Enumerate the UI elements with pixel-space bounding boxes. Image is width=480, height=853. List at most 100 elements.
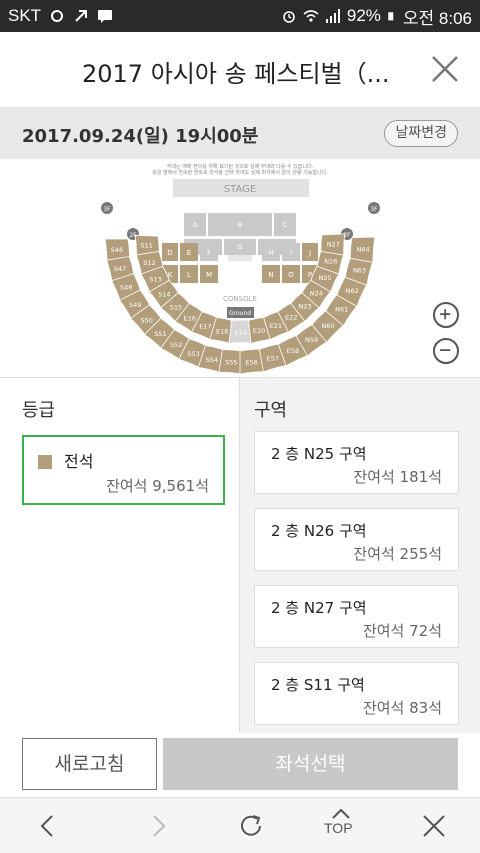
stage-label: STAGE (224, 184, 256, 195)
floor-block-l-label: L (187, 271, 191, 279)
signal-icon (325, 9, 340, 23)
seat-section-label: S47 (114, 265, 126, 273)
selection-panels: 등급 전석 잔여석 9,561석 구역 2 층 N25 구역 잔여석 181석 … (0, 377, 480, 734)
seat-section-label: S51 (154, 330, 166, 338)
seat-section-label: S50 (140, 316, 152, 324)
grade-remaining: 잔여석 9,561석 (106, 477, 209, 495)
seat-section-label: S54 (206, 356, 218, 364)
floor-block-m-label: M (206, 271, 212, 279)
zone-name: 2 층 N25 구역 (271, 445, 367, 463)
carrier-label: SKT (8, 6, 42, 25)
seat-section-label: S48 (120, 284, 132, 292)
floor-block-o-label: O (288, 271, 294, 279)
change-date-button[interactable]: 날짜변경 (384, 120, 458, 147)
seat-section-label: E56 (245, 358, 257, 366)
zone-remaining: 잔여석 83석 (362, 699, 442, 717)
seat-section-label: S52 (170, 341, 182, 349)
zone-remaining: 잔여석 72석 (362, 622, 442, 640)
floor-bridge (228, 255, 252, 261)
seat-section-label: E22 (285, 314, 297, 322)
floor-3f-right-label: 3F (370, 206, 378, 213)
seat-section-label: S49 (129, 301, 141, 309)
close-icon[interactable] (416, 808, 452, 844)
floor-3f-left-label: 3F (103, 206, 111, 213)
performance-date: 2017.09.24(일) 19시00분 (22, 126, 259, 147)
seat-section-label: N26 (324, 258, 337, 266)
app-notification-icon (75, 10, 88, 22)
chevron-up-icon[interactable] (323, 804, 359, 820)
grade-color-swatch (38, 455, 52, 469)
zone-remaining: 잔여석 255석 (353, 545, 442, 563)
floor-block-c-label: C (283, 221, 288, 229)
wifi-icon (303, 10, 319, 22)
seat-section-label: S53 (187, 350, 199, 358)
plus-circle-icon[interactable] (433, 302, 459, 328)
sync-icon (51, 10, 64, 22)
floor-block-h-label: H (268, 249, 273, 257)
console-label: CONSOLE (223, 295, 257, 303)
ground-label: Ground (229, 310, 251, 317)
seat-section-label: N61 (335, 306, 348, 314)
page-title: 2017 아시아 송 페스티벌（... (82, 60, 390, 88)
seat-section-label: N64 (357, 245, 370, 253)
back-icon[interactable] (30, 808, 66, 844)
grade-name: 전석 (64, 452, 94, 471)
seat-section-label: N63 (353, 267, 366, 275)
zone-remaining: 잔여석 181석 (353, 468, 442, 486)
floor-block-a-label: A (193, 221, 198, 229)
seat-section-label: S14 (158, 290, 170, 298)
seat-section-label: N60 (321, 322, 334, 330)
action-bar: 새로고침 좌석선택 (0, 733, 480, 797)
seat-section-label: N25 (319, 274, 332, 282)
seat-section-label: E16 (184, 314, 196, 322)
zone-panel: 구역 2 층 N25 구역 잔여석 181석 2 층 N26 구역 잔여석 25… (240, 378, 480, 734)
seat-section-label: E20 (253, 327, 265, 335)
seat-section-label: E21 (270, 322, 282, 330)
browser-nav-bar: TOP (0, 797, 480, 853)
page-header: 2017 아시아 송 페스티벌（... (0, 32, 480, 107)
status-bar: SKT 92% 오전 8:06 (0, 0, 480, 32)
seat-section-label: N23 (298, 303, 311, 311)
zone-card[interactable]: 2 층 N27 구역 잔여석 72석 (254, 585, 459, 648)
alarm-icon (283, 11, 295, 23)
zone-name: 2 층 N26 구역 (271, 522, 367, 540)
floor-block-d-label: D (167, 249, 172, 257)
floor-block-j-label: J (308, 249, 311, 257)
battery-icon (388, 12, 394, 21)
grade-panel-title: 등급 (22, 400, 56, 421)
seat-section-label: E19 (234, 329, 246, 337)
zone-card[interactable]: 2 층 N25 구역 잔여석 181석 (254, 431, 459, 494)
clock: 오전 8:06 (402, 8, 472, 28)
zone-name: 2 층 S11 구역 (271, 676, 365, 694)
map-notice-2: 같은 열에서 연속된 번호로 좌석을 선택 하여도 실제 좌석에서 같이 관람 … (152, 169, 328, 176)
seat-section-label: N27 (327, 240, 340, 248)
floor-block-b-label: B (238, 221, 243, 229)
floor-blocks: A B C G D E F H I J K L M N O P (162, 213, 318, 283)
seat-section-label: E57 (267, 355, 279, 363)
refresh-button[interactable]: 새로고침 (22, 738, 157, 790)
floor-block-i-label: I (290, 249, 292, 257)
minus-circle-icon[interactable] (433, 338, 459, 364)
zone-panel-title: 구역 (254, 400, 288, 421)
refresh-icon[interactable] (233, 808, 269, 844)
select-seat-button[interactable]: 좌석선택 (163, 738, 458, 790)
seat-map-canvas: 무대는 예매 편의를 위해 표기된 것으로 실제 무대와 다를 수 있습니다. … (101, 163, 380, 375)
seat-section-label: S46 (111, 246, 123, 254)
seat-section-label: N59 (305, 336, 318, 344)
floor-block-f-label: F (207, 249, 211, 257)
seat-section-label: S11 (140, 242, 152, 250)
seat-section-label: N24 (310, 289, 323, 297)
forward-icon[interactable] (140, 808, 176, 844)
grade-card-all[interactable]: 전석 잔여석 9,561석 (22, 435, 225, 505)
zone-card[interactable]: 2 층 N26 구역 잔여석 255석 (254, 508, 459, 571)
message-icon (98, 10, 113, 23)
close-icon[interactable] (428, 52, 462, 86)
seat-section-label: S12 (143, 259, 155, 267)
date-bar: 2017.09.24(일) 19시00분 날짜변경 (0, 107, 480, 159)
floor-block-n-label: N (268, 271, 273, 279)
seat-map: 무대는 예매 편의를 위해 표기된 것으로 실제 무대와 다를 수 있습니다. … (0, 159, 480, 377)
zone-card[interactable]: 2 층 S11 구역 잔여석 83석 (254, 662, 459, 725)
map-notice-1: 무대는 예매 편의를 위해 표기된 것으로 실제 무대와 다를 수 있습니다. (167, 163, 314, 170)
scroll-top-button[interactable]: TOP (324, 820, 353, 836)
seat-section-label: S13 (149, 275, 161, 283)
